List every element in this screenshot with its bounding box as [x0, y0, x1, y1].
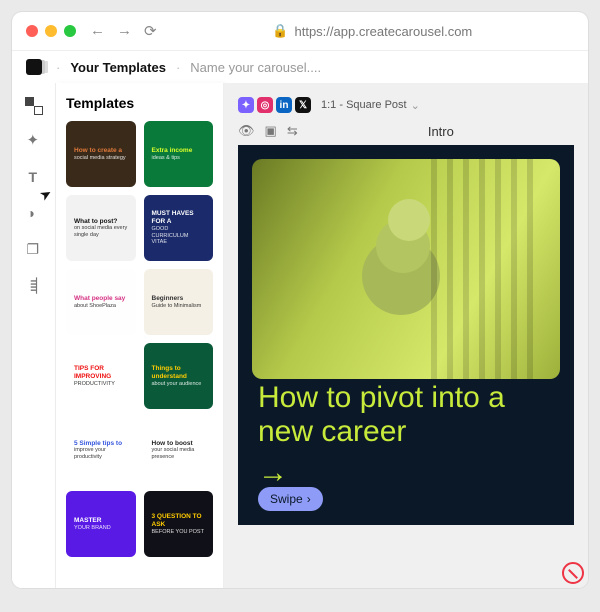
- crumb-templates[interactable]: Your Templates: [70, 60, 166, 75]
- template-grid: How to create asocial media strategyExtr…: [66, 121, 213, 557]
- headline[interactable]: How to pivot into a new career →: [258, 381, 554, 491]
- not-allowed-icon: [562, 562, 584, 584]
- ai-icon[interactable]: [25, 133, 43, 151]
- titlebar: ← → ⟳ 🔒 https://app.createcarousel.com: [12, 12, 588, 50]
- template-thumb[interactable]: BeginnersGuide to Minimalism: [144, 269, 214, 335]
- shapes-icon[interactable]: [25, 205, 43, 223]
- back-icon[interactable]: ←: [90, 22, 105, 40]
- template-thumb[interactable]: How to boostyour social media presence: [144, 417, 214, 483]
- lock-icon: 🔒: [272, 23, 288, 39]
- linkedin-icon[interactable]: in: [276, 97, 292, 113]
- hero-image[interactable]: [252, 159, 560, 379]
- structure-icon[interactable]: [25, 277, 43, 295]
- sparkle-social-icon[interactable]: ✦: [238, 97, 254, 113]
- forward-icon[interactable]: →: [117, 22, 132, 40]
- close-dot[interactable]: [26, 25, 38, 37]
- ratio-label: 1:1 - Square Post: [321, 99, 407, 111]
- zoom-dot[interactable]: [64, 25, 76, 37]
- breadcrumb-sep2: ·: [176, 60, 180, 75]
- text-icon[interactable]: [25, 169, 43, 187]
- template-thumb[interactable]: What people sayabout ShoePlaza: [66, 269, 136, 335]
- swipe-pill[interactable]: Swipe: [258, 487, 323, 511]
- swipe-label: Swipe: [270, 492, 303, 506]
- breadcrumb: · Your Templates · Name your carousel...…: [12, 50, 588, 83]
- minimize-dot[interactable]: [45, 25, 57, 37]
- swap-icon[interactable]: ⇆: [287, 123, 298, 139]
- social-icons: ✦ ◎ in 𝕏: [238, 97, 311, 113]
- canvas[interactable]: How to pivot into a new career → Swipe: [238, 145, 574, 525]
- slide-label: Intro: [308, 124, 574, 139]
- breadcrumb-sep: ·: [56, 60, 60, 75]
- arrow-right-icon: →: [258, 456, 288, 491]
- carousel-name-input[interactable]: Name your carousel....: [190, 60, 321, 75]
- canvas-toolbar: 👁 ▣ ⇆ Intro: [238, 119, 574, 145]
- template-thumb[interactable]: What to post?on social media every singl…: [66, 195, 136, 261]
- template-thumb[interactable]: MASTERYOUR BRAND: [66, 491, 136, 557]
- headline-text: How to pivot into a new career: [258, 381, 554, 450]
- url-text: https://app.createcarousel.com: [295, 24, 473, 39]
- app-window: ← → ⟳ 🔒 https://app.createcarousel.com ·…: [12, 12, 588, 588]
- workspace: Templates How to create asocial media st…: [12, 83, 588, 588]
- nav-arrows: ← → ⟳: [90, 22, 157, 40]
- ratio-select[interactable]: 1:1 - Square Post: [321, 99, 420, 112]
- template-thumb[interactable]: TIPS FOR IMPROVINGPRODUCTIVITY: [66, 343, 136, 409]
- stage-top: ✦ ◎ in 𝕏 1:1 - Square Post: [238, 97, 574, 113]
- refresh-icon[interactable]: ⟳: [144, 22, 157, 40]
- template-thumb[interactable]: 5 Simple tips toimprove your productivit…: [66, 417, 136, 483]
- tool-rail: [12, 83, 56, 588]
- panel-title: Templates: [66, 95, 213, 111]
- url-bar[interactable]: 🔒 https://app.createcarousel.com: [171, 23, 574, 39]
- templates-icon[interactable]: [25, 97, 43, 115]
- image-icon[interactable]: ▣: [265, 123, 277, 139]
- templates-panel: Templates How to create asocial media st…: [56, 83, 224, 588]
- layers-icon[interactable]: [25, 241, 43, 259]
- app-logo-icon[interactable]: [26, 59, 42, 75]
- x-icon[interactable]: 𝕏: [295, 97, 311, 113]
- template-thumb[interactable]: Extra incomeideas & tips: [144, 121, 214, 187]
- template-thumb[interactable]: MUST HAVES FOR AGOOD CURRICULUM VITAE: [144, 195, 214, 261]
- window-controls: [26, 25, 76, 37]
- template-thumb[interactable]: 3 QUESTION TO ASKBEFORE YOU POST: [144, 491, 214, 557]
- template-thumb[interactable]: Things to understandabout your audience: [144, 343, 214, 409]
- eye-icon[interactable]: 👁: [238, 123, 255, 139]
- stage: ✦ ◎ in 𝕏 1:1 - Square Post 👁 ▣ ⇆ Intro H…: [224, 83, 588, 588]
- template-thumb[interactable]: How to create asocial media strategy: [66, 121, 136, 187]
- instagram-icon[interactable]: ◎: [257, 97, 273, 113]
